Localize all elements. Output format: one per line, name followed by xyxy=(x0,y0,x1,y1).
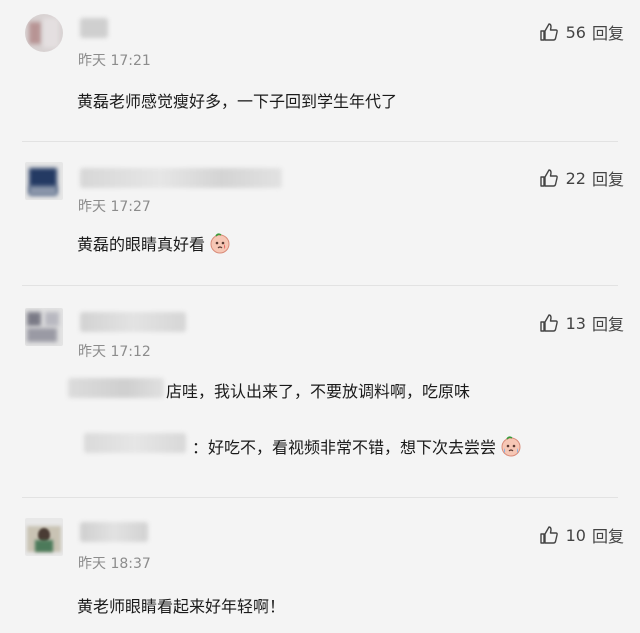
like-reply-group: 56 回复 xyxy=(539,20,624,44)
thumbs-up-icon[interactable] xyxy=(539,525,559,545)
comment-time: 昨天 17:27 xyxy=(78,199,151,215)
comment-text: 黄磊的眼睛真好看 xyxy=(77,231,231,255)
reply-button[interactable]: 回复 xyxy=(592,166,624,190)
like-reply-group: 13 回复 xyxy=(539,311,624,335)
avatar[interactable] xyxy=(25,308,63,346)
comment-time: 昨天 17:12 xyxy=(78,344,151,360)
avatar[interactable] xyxy=(25,162,63,200)
comment-time: 昨天 18:37 xyxy=(78,556,151,572)
divider xyxy=(22,141,618,142)
like-count: 10 xyxy=(565,525,586,545)
like-count: 56 xyxy=(565,22,586,42)
thumbs-up-icon[interactable] xyxy=(539,168,559,188)
username-blurred[interactable] xyxy=(80,312,186,332)
avatar[interactable] xyxy=(25,518,63,556)
divider xyxy=(22,285,618,286)
crying-face-emoji-icon xyxy=(210,233,230,254)
mention-blurred xyxy=(68,378,164,398)
username-blurred[interactable] xyxy=(80,18,108,38)
thumbs-up-icon[interactable] xyxy=(539,22,559,42)
username-blurred[interactable] xyxy=(80,522,148,542)
reply-button[interactable]: 回复 xyxy=(592,311,624,335)
divider xyxy=(22,497,618,498)
reply-button[interactable]: 回复 xyxy=(592,523,624,547)
comment-time: 昨天 17:21 xyxy=(78,53,151,69)
like-count: 13 xyxy=(565,313,586,333)
comment-text: 黄磊老师感觉瘦好多，一下子回到学生年代了 xyxy=(77,92,398,111)
crying-face-emoji-icon xyxy=(501,436,521,457)
reply-username-blurred[interactable] xyxy=(84,433,186,453)
like-count: 22 xyxy=(565,168,586,188)
like-reply-group: 10 回复 xyxy=(539,523,624,547)
comment-text: 黄老师眼睛看起来好年轻啊！ xyxy=(77,597,286,616)
username-blurred[interactable] xyxy=(80,168,282,188)
comment-text-content: 黄磊的眼睛真好看 xyxy=(77,235,206,254)
reply-text-content: ：好吃不，看视频非常不错，想下次去尝尝 xyxy=(192,438,497,457)
like-reply-group: 22 回复 xyxy=(539,166,624,190)
thumbs-up-icon[interactable] xyxy=(539,313,559,333)
reply-button[interactable]: 回复 xyxy=(592,20,624,44)
comment-text: 店哇，我认出来了，不要放调料啊，吃原味 xyxy=(166,382,471,401)
reply-text: ：好吃不，看视频非常不错，想下次去尝尝 xyxy=(192,434,522,458)
avatar[interactable] xyxy=(25,14,63,52)
